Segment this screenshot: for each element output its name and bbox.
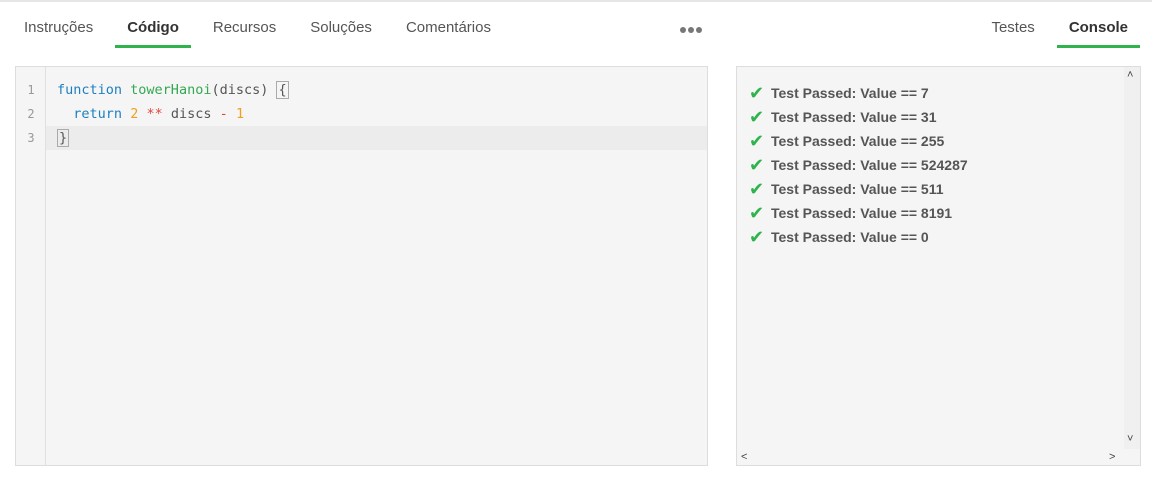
scroll-down-icon[interactable]: ˅ [1127,433,1133,445]
test-result-text: Test Passed: Value == 31 [771,109,937,125]
horizontal-scrollbar[interactable]: ˂ ˃ [737,449,1140,465]
console-output: ✔ Test Passed: Value == 7 ✔ Test Passed: Va… [749,81,968,249]
test-result: ✔ Test Passed: Value == 511 [749,177,968,201]
tab-comentarios[interactable]: Comentários [394,14,503,48]
scroll-up-icon[interactable]: ˄ [1127,69,1133,81]
line-number: 1 [27,83,35,97]
code-editor[interactable]: 1 function towerHanoi(discs) { 2 return … [15,66,708,466]
check-icon: ✔ [749,226,765,247]
more-dots-icon[interactable] [680,27,702,33]
check-icon: ✔ [749,178,765,199]
check-icon: ✔ [749,82,765,103]
operator: ** [146,106,163,122]
open-brace: { [276,81,289,99]
test-result-text: Test Passed: Value == 8191 [771,205,953,221]
function-name: towerHanoi [130,82,212,98]
tabs-right: Testes Console [979,14,1141,48]
test-result: ✔ Test Passed: Value == 255 [749,129,968,153]
test-result: ✔ Test Passed: Value == 8191 [749,201,968,225]
line-number: 2 [27,107,35,121]
check-icon: ✔ [749,106,765,127]
test-result-text: Test Passed: Value == 7 [771,85,929,101]
number-literal: 1 [235,106,245,122]
top-divider [0,0,1152,2]
tabs-left: Instruções Código Recursos Soluções Come… [12,14,513,48]
scroll-left-icon[interactable]: ˂ [741,451,747,463]
operator: - [219,106,228,122]
test-result: ✔ Test Passed: Value == 31 [749,105,968,129]
test-result: ✔ Test Passed: Value == 0 [749,225,968,249]
test-result-text: Test Passed: Value == 255 [771,133,945,149]
code-line-active[interactable]: } [46,126,707,150]
console-panel[interactable]: ✔ Test Passed: Value == 7 ✔ Test Passed: Va… [736,66,1141,466]
test-result-text: Test Passed: Value == 511 [771,181,944,197]
number-literal: 2 [130,106,139,122]
function-args: (discs) [211,82,277,98]
code-line[interactable]: 1 function towerHanoi(discs) { [16,78,707,102]
check-icon: ✔ [749,130,765,151]
line-number: 3 [27,131,35,145]
tab-instrucoes[interactable]: Instruções [12,14,105,48]
tab-console[interactable]: Console [1056,14,1141,48]
tab-testes[interactable]: Testes [979,14,1046,48]
test-result-text: Test Passed: Value == 0 [771,229,929,245]
scroll-right-icon[interactable]: ˃ [1109,451,1115,463]
close-brace: } [57,129,70,147]
vertical-scrollbar[interactable]: ˄ ˅ [1124,67,1140,450]
test-result-text: Test Passed: Value == 524287 [771,157,968,173]
check-icon: ✔ [749,202,765,223]
tab-solucoes[interactable]: Soluções [298,14,384,48]
tab-codigo[interactable]: Código [115,14,191,48]
check-icon: ✔ [749,154,765,175]
tab-recursos[interactable]: Recursos [201,14,288,48]
test-result: ✔ Test Passed: Value == 524287 [749,153,968,177]
test-result: ✔ Test Passed: Value == 7 [749,81,968,105]
keyword: function [57,82,123,98]
code-line[interactable]: 2 return 2 ** discs - 1 [16,102,707,126]
code-line-number-3: 3 [16,126,46,150]
variable: discs [170,106,212,122]
keyword: return [73,106,123,122]
